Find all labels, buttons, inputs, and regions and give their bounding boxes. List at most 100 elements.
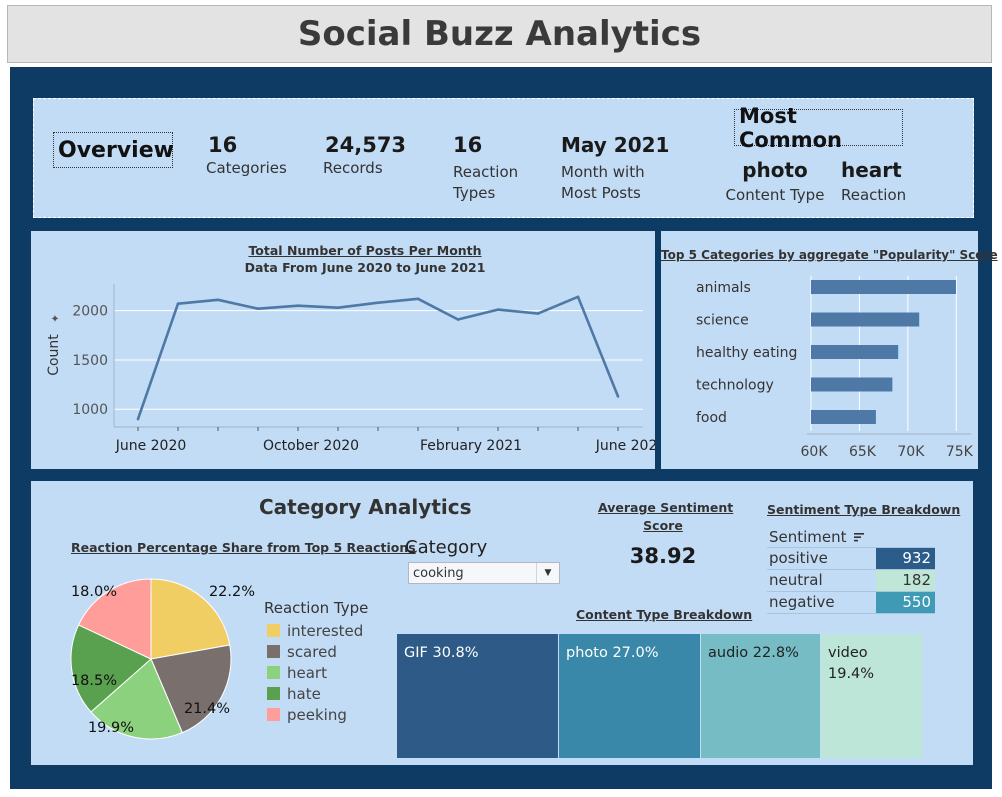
treemap-cell-gif[interactable]: GIF 30.8% (397, 634, 558, 758)
x-tick-label: February 2021 (420, 438, 522, 454)
treemap-cell-video[interactable]: video 19.4% (821, 634, 922, 758)
category-filter-label: Category (405, 537, 488, 558)
bar (811, 280, 956, 294)
x-tick-label: 70K (897, 444, 925, 460)
sentiment-breakdown-title: Sentiment Type Breakdown (767, 502, 961, 517)
series-line (136, 295, 620, 420)
avg-sentiment-title-line1: Average Sentiment (598, 500, 734, 515)
legend-item[interactable]: heart (267, 662, 363, 683)
treemap-label: GIF (404, 645, 428, 661)
chevron-down-icon[interactable]: ▼ (536, 563, 559, 583)
legend-item[interactable]: scared (267, 641, 363, 662)
treemap-value: 19.4% (828, 666, 875, 682)
sentiment-value: 182 (875, 570, 935, 591)
sentiment-value: 550 (875, 592, 935, 613)
legend-swatch (267, 666, 280, 679)
kpi-label: Records (323, 159, 383, 177)
treemap-label: video (828, 645, 868, 661)
sentiment-header: Sentiment (769, 528, 864, 546)
x-tick-label: June 2021 (595, 438, 655, 454)
treemap-value: 30.8% (432, 645, 479, 661)
legend-swatch (267, 645, 280, 658)
data-point (216, 298, 220, 302)
sort-icon[interactable] (853, 528, 864, 546)
data-point (256, 307, 260, 310)
dashboard-title: Social Buzz Analytics (297, 14, 702, 54)
legend-item[interactable]: peeking (267, 704, 363, 725)
slice-label: 18.5% (71, 673, 117, 689)
kpi-value: 24,573 (325, 133, 407, 157)
top-categories-bar-chart: animals science healthy eating technology fo… (696, 276, 974, 460)
sentiment-row: neutral 182 (767, 569, 935, 591)
kpi-label: Categories (206, 159, 287, 177)
category-label: healthy eating (696, 345, 797, 361)
kpi-records: 24,573 Records (323, 133, 407, 179)
avg-sentiment-title-line2: Score (643, 518, 683, 533)
avg-sentiment-value: 38.92 (629, 544, 697, 568)
sentiment-label: positive (769, 549, 828, 567)
posts-line-chart: 1000 1500 2000 June 2020 October 2020 Februar… (46, 284, 655, 454)
overview-heading: Overview (53, 132, 174, 168)
kpi-top-month: May 2021 Month with Most Posts (561, 133, 669, 204)
reaction-value: heart (841, 158, 902, 182)
pie-legend: interested scared heart hate peeking (267, 620, 363, 725)
pie-legend-title: Reaction Type (264, 599, 369, 617)
category-select[interactable]: cooking ▼ (408, 562, 560, 584)
sentiment-table: positive 932 neutral 182 negative 550 (767, 547, 935, 614)
legend-swatch (267, 624, 280, 637)
kpi-categories: 16 Categories (206, 133, 287, 179)
bar (811, 377, 893, 392)
category-label: science (696, 313, 749, 329)
most-common-reaction: heart Reaction (841, 158, 906, 206)
slice-label: 22.2% (209, 584, 255, 600)
x-tick-label: 60K (801, 444, 829, 460)
legend-label: hate (287, 684, 321, 703)
data-point (456, 318, 460, 321)
legend-item[interactable]: hate (267, 683, 363, 704)
treemap-value: 22.8% (752, 645, 799, 661)
legend-item[interactable]: interested (267, 620, 363, 641)
sentiment-row: positive 932 (767, 547, 935, 569)
x-tick-label: 75K (946, 444, 974, 460)
treemap-value: 27.0% (612, 645, 659, 661)
legend-swatch (267, 708, 280, 721)
treemap-cell-audio[interactable]: audio 22.8% (701, 634, 820, 758)
sentiment-label: neutral (769, 571, 823, 589)
bar (811, 312, 920, 327)
treemap-cell-photo[interactable]: photo 27.0% (559, 634, 700, 758)
y-tick-label: 2000 (72, 304, 108, 320)
legend-swatch (267, 687, 280, 700)
kpi-value: May 2021 (561, 133, 670, 157)
legend-label: scared (287, 642, 337, 661)
kpi-value: 16 (453, 133, 483, 157)
most-common-content-type: photo Content Type (725, 158, 825, 206)
bar (811, 345, 899, 359)
most-common-heading: Most Common (734, 104, 903, 152)
data-point (576, 295, 580, 299)
x-tick-label: June 2020 (115, 438, 187, 454)
slice-label: 21.4% (184, 701, 230, 717)
category-label: animals (696, 280, 751, 296)
kpi-label-line2: Types (453, 184, 496, 202)
data-point (536, 312, 540, 315)
sentiment-value: 932 (875, 548, 935, 569)
treemap-label: audio (708, 645, 749, 661)
content-type-value: photo (742, 158, 808, 182)
y-tick-label: 1500 (72, 353, 108, 369)
pie-chart-title: Reaction Percentage Share from Top 5 Rea… (71, 540, 416, 555)
kpi-label-line1: Reaction (453, 163, 519, 181)
bar (811, 410, 876, 424)
reaction-label: Reaction (841, 186, 907, 204)
y-tick-label: 1000 (72, 402, 108, 418)
data-point (616, 395, 620, 398)
slice-label: 18.0% (71, 584, 117, 600)
content-breakdown-title: Content Type Breakdown (576, 607, 753, 622)
kpi-value: 16 (208, 133, 238, 157)
legend-label: peeking (287, 705, 347, 724)
data-point (496, 308, 500, 311)
sentiment-label: negative (769, 593, 835, 611)
data-point (416, 297, 420, 301)
legend-label: heart (287, 663, 327, 682)
x-tick-label: October 2020 (263, 438, 359, 454)
kpi-reaction-types: 16 Reaction Types (453, 133, 518, 204)
